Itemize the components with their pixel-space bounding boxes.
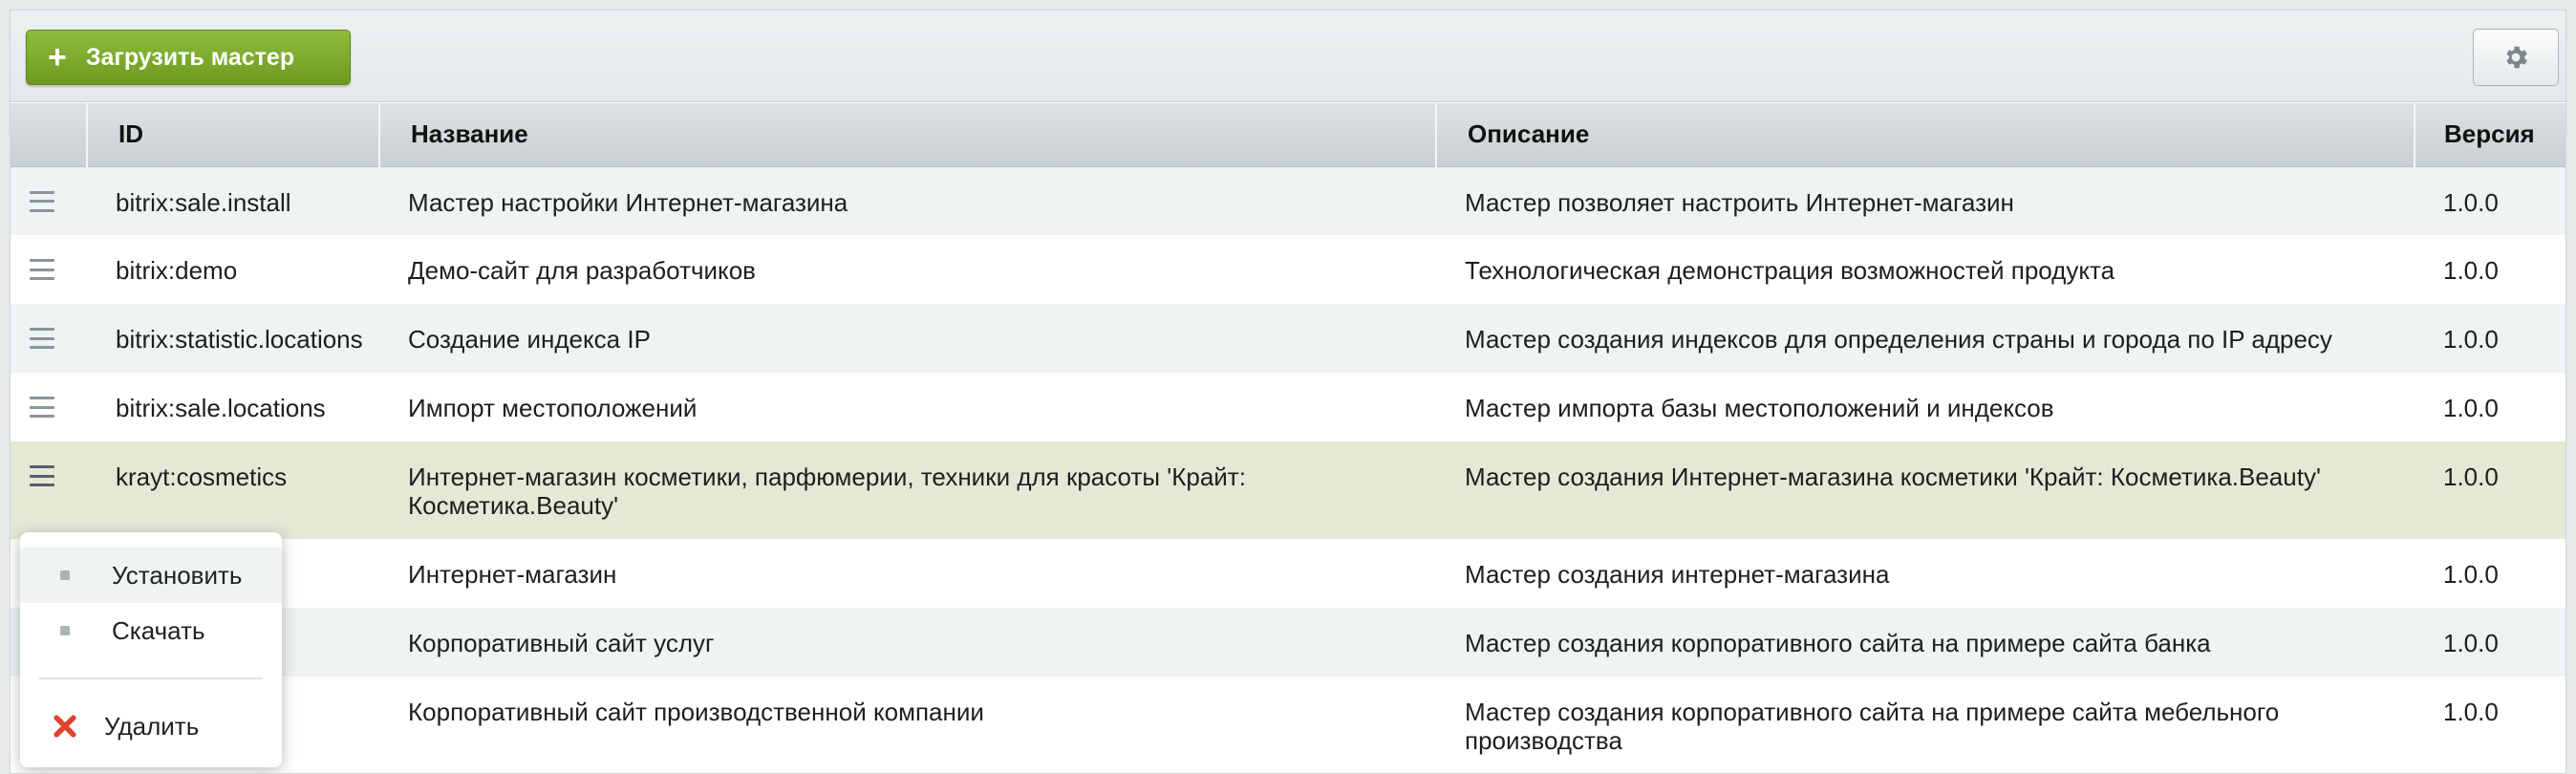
wizards-panel: + Загрузить мастер ID Название Описание … [10, 10, 2566, 774]
cell-id: bitrix:statistic.locations [116, 325, 363, 354]
cell-name: Интернет-магазин косметики, парфюмерии, … [408, 462, 1246, 520]
menu-item-download[interactable]: Скачать [20, 603, 282, 658]
upload-wizard-label: Загрузить мастер [85, 43, 295, 71]
table-row[interactable]: bitrix:sale.locations Импорт местоположе… [11, 373, 2565, 441]
table-row[interactable]: rvices Корпоративный сайт услуг Мастер с… [11, 608, 2565, 677]
row-menu-icon[interactable] [30, 328, 54, 349]
bullet-icon [60, 626, 70, 635]
menu-item-delete-label: Удалить [104, 711, 200, 741]
cell-description: Мастер позволяет настроить Интернет-мага… [1465, 187, 2014, 217]
table-row-selected[interactable]: krayt:cosmetics Интернет-магазин космети… [11, 441, 2565, 539]
table-row[interactable]: bitrix:demo Демо-сайт для разработчиков … [11, 235, 2565, 304]
cell-id: bitrix:sale.locations [116, 394, 326, 422]
bullet-icon [60, 570, 70, 580]
cell-id: bitrix:sale.install [116, 187, 291, 217]
cell-description: Технологическая демонстрация возможносте… [1465, 256, 2115, 285]
cell-description: Мастер создания корпоративного сайта на … [1465, 629, 2211, 657]
menu-item-download-label: Скачать [112, 615, 205, 645]
cell-description: Мастер создания корпоративного сайта на … [1465, 698, 2280, 755]
gear-icon [2506, 46, 2527, 69]
toolbar: + Загрузить мастер [11, 11, 2565, 102]
cell-description: Мастер создания интернет-магазина [1465, 560, 1890, 589]
cell-description: Мастер создания индексов для определения… [1465, 325, 2332, 354]
delete-cross-icon [54, 715, 76, 738]
cell-version: 1.0.0 [2443, 462, 2499, 491]
table-row[interactable]: Интернет-магазин Мастер создания интерне… [11, 539, 2565, 608]
cell-id: krayt:cosmetics [116, 462, 288, 491]
cell-version: 1.0.0 [2443, 187, 2499, 217]
upload-wizard-button[interactable]: + Загрузить мастер [26, 30, 351, 85]
cell-name: Создание индекса IP [408, 325, 651, 354]
cell-version: 1.0.0 [2443, 256, 2499, 285]
cell-version: 1.0.0 [2443, 325, 2499, 354]
cell-id: bitrix:demo [116, 256, 238, 285]
header-id[interactable]: ID [87, 103, 380, 167]
table-row[interactable]: bitrix:sale.install Мастер настройки Инт… [11, 166, 2565, 235]
cell-name: Демо-сайт для разработчиков [408, 256, 756, 285]
cell-version: 1.0.0 [2443, 629, 2499, 657]
header-version[interactable]: Версия [2415, 103, 2565, 167]
cell-version: 1.0.0 [2443, 698, 2499, 726]
table-header: ID Название Описание Версия [11, 103, 2565, 167]
menu-item-delete[interactable]: Удалить [20, 699, 282, 754]
cell-name: Интернет-магазин [408, 560, 617, 589]
cell-version: 1.0.0 [2443, 560, 2499, 589]
cell-name: Корпоративный сайт услуг [408, 629, 715, 657]
header-actions [11, 103, 88, 167]
header-description[interactable]: Описание [1436, 103, 2415, 167]
settings-button[interactable] [2473, 29, 2559, 86]
cell-name: Корпоративный сайт производственной комп… [408, 698, 984, 726]
row-menu-icon[interactable] [30, 465, 54, 486]
row-menu-icon[interactable] [30, 259, 54, 280]
menu-item-install[interactable]: Установить [20, 548, 282, 603]
table-row[interactable]: niture Корпоративный сайт производственн… [11, 677, 2565, 773]
plus-icon: + [48, 39, 67, 75]
row-menu-icon[interactable] [30, 397, 54, 418]
menu-divider [39, 677, 263, 679]
wizards-table: ID Название Описание Версия bitrix:sale.… [11, 103, 2565, 773]
cell-description: Мастер импорта базы местоположений и инд… [1465, 394, 2054, 422]
cell-version: 1.0.0 [2443, 394, 2499, 422]
row-context-menu: Установить Скачать Удалить [20, 532, 282, 767]
cell-name: Импорт местоположений [408, 394, 698, 422]
header-name[interactable]: Название [379, 103, 1437, 167]
cell-description: Мастер создания Интернет-магазина космет… [1465, 462, 2321, 491]
row-menu-icon[interactable] [30, 190, 54, 212]
menu-item-install-label: Установить [112, 560, 243, 590]
cell-name: Мастер настройки Интернет-магазина [408, 187, 848, 217]
table-row[interactable]: bitrix:statistic.locations Создание инде… [11, 304, 2565, 373]
